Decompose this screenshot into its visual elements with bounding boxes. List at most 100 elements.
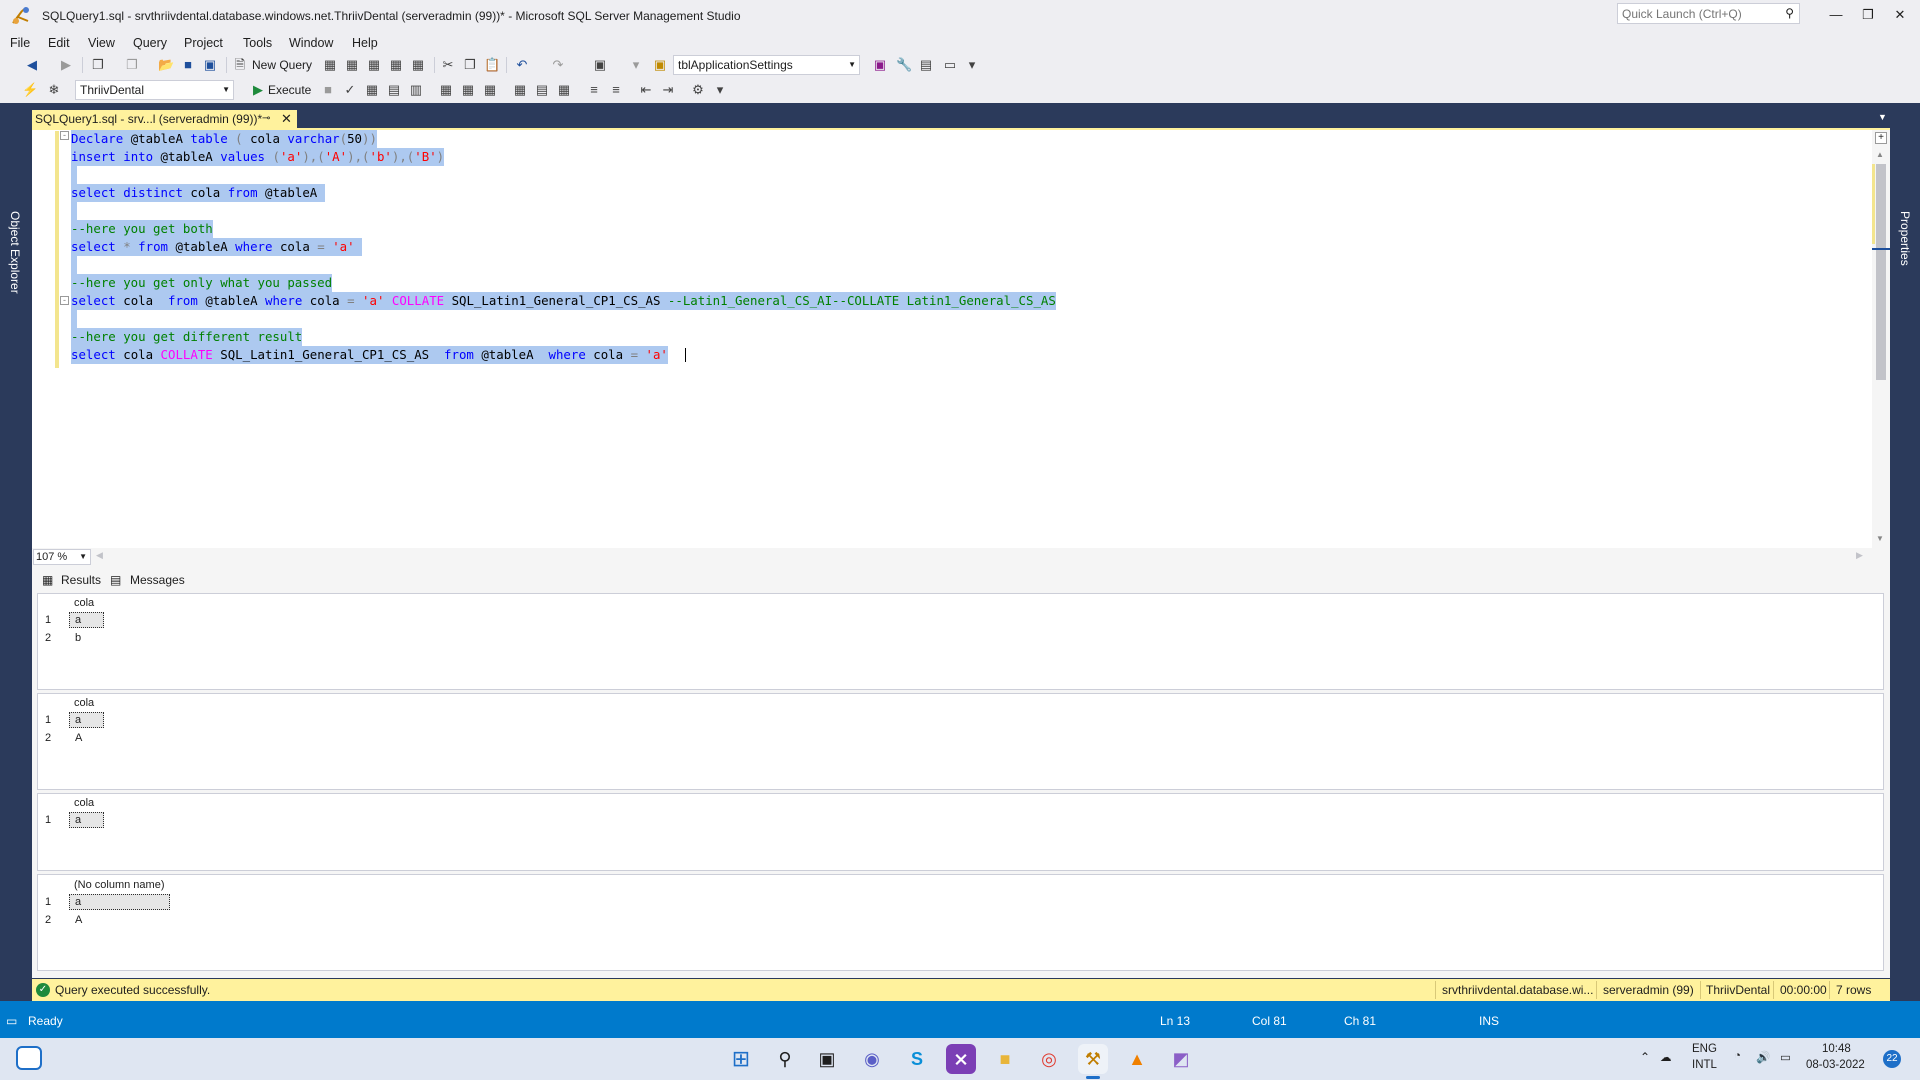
code-line-9[interactable]: --here you get only what you passed xyxy=(71,274,333,292)
window-layout-icon[interactable]: ▭ xyxy=(942,57,958,73)
document-list-dropdown-icon[interactable]: ▼ xyxy=(1878,112,1887,122)
code-line-3[interactable] xyxy=(71,166,77,184)
uncomment-icon[interactable]: ≡ xyxy=(608,82,624,98)
specify-template-values-icon[interactable]: ⚙ xyxy=(690,82,706,98)
grid-cell[interactable]: b xyxy=(75,632,81,644)
code-line-1[interactable]: Declare @tableA table ( cola varchar(50)… xyxy=(71,130,377,148)
chrome-icon[interactable]: ◎ xyxy=(1034,1044,1064,1074)
grid-cell[interactable]: a xyxy=(75,896,81,908)
menu-help[interactable]: Help xyxy=(352,33,378,53)
toolbar-dropdown-icon[interactable]: ▾ xyxy=(628,57,644,73)
split-icon[interactable]: + xyxy=(1875,132,1887,144)
code-line-11[interactable] xyxy=(71,310,77,328)
tab-messages[interactable]: Messages xyxy=(130,573,185,587)
onedrive-cloud-icon[interactable]: ☁ xyxy=(1660,1050,1672,1064)
clock-date[interactable]: 08-03-2022 xyxy=(1806,1059,1865,1071)
grid-cell[interactable]: a xyxy=(75,614,81,626)
menu-edit[interactable]: Edit xyxy=(48,33,70,53)
task-view-icon[interactable] xyxy=(16,1046,42,1070)
back-icon[interactable]: ◀ xyxy=(24,57,40,73)
stop-icon[interactable]: ■ xyxy=(320,82,336,98)
database-engine-query-icon[interactable]: ▦ xyxy=(322,57,338,73)
execute-button[interactable]: Execute xyxy=(268,83,311,97)
analysis-mdx-query-icon[interactable]: ▦ xyxy=(344,57,360,73)
zoom-combo[interactable]: 107 % ▼ xyxy=(33,549,91,565)
scroll-left-icon[interactable]: ◀ xyxy=(96,550,103,561)
column-header[interactable]: cola xyxy=(74,697,94,709)
result-grid-4[interactable]: (No column name) 1 a 2 A xyxy=(37,874,1884,971)
code-line-5[interactable] xyxy=(71,202,77,220)
visual-studio-icon[interactable]: ⨯ xyxy=(946,1044,976,1074)
column-header[interactable]: cola xyxy=(74,797,94,809)
properties-tab[interactable]: Properties xyxy=(1898,211,1912,266)
pin-icon[interactable]: ⊸ xyxy=(262,110,270,128)
change-connection-icon[interactable]: ❄ xyxy=(46,82,62,98)
menu-project[interactable]: Project xyxy=(184,33,223,53)
save-icon[interactable]: ■ xyxy=(180,57,196,73)
teams-chat-icon[interactable]: ◉ xyxy=(857,1044,887,1074)
tab-results[interactable]: Results xyxy=(61,573,101,587)
toolbar-overflow-icon[interactable]: ▾ xyxy=(712,82,728,98)
decrease-indent-icon[interactable]: ⇤ xyxy=(638,82,654,98)
clock-time[interactable]: 10:48 xyxy=(1822,1043,1851,1055)
code-line-8[interactable] xyxy=(71,256,77,274)
parse-check-icon[interactable]: ✓ xyxy=(342,82,358,98)
save-all-icon[interactable]: ▣ xyxy=(202,57,218,73)
collapse-icon[interactable]: - xyxy=(60,296,69,305)
collapse-icon[interactable]: - xyxy=(60,131,69,140)
language-code[interactable]: ENG xyxy=(1692,1043,1717,1055)
toolbar-overflow-icon[interactable]: ▾ xyxy=(964,57,980,73)
query-designer-icon[interactable]: ▤ xyxy=(386,82,402,98)
quick-launch-box[interactable]: ⚲ xyxy=(1617,3,1800,24)
analysis-xmla-query-icon[interactable]: ▦ xyxy=(388,57,404,73)
client-statistics-icon[interactable]: ▦ xyxy=(512,82,528,98)
properties-wrench-icon[interactable]: 🔧 xyxy=(896,57,912,73)
results-to-text-icon[interactable]: ▤ xyxy=(534,82,550,98)
restore-button[interactable]: ❐ xyxy=(1854,4,1882,26)
intellisense-icon[interactable]: ▦ xyxy=(438,82,454,98)
menu-window[interactable]: Window xyxy=(289,33,333,53)
database-combo[interactable]: ThriivDental ▼ xyxy=(75,80,234,100)
execute-icon[interactable]: ▶ xyxy=(250,82,266,98)
display-estimated-plan-icon[interactable]: ▦ xyxy=(364,82,380,98)
new-project-icon[interactable]: ❐ xyxy=(90,57,106,73)
scroll-thumb[interactable] xyxy=(1876,164,1886,380)
code-line-4[interactable]: select distinct cola from @tableA xyxy=(71,184,325,202)
actual-plan-icon[interactable]: ▦ xyxy=(460,82,476,98)
paste-icon[interactable]: 📋 xyxy=(484,57,500,73)
code-line-2[interactable]: insert into @tableA values ('a'),('A'),(… xyxy=(71,148,445,166)
quick-launch-input[interactable] xyxy=(1618,4,1768,23)
object-explorer-tab[interactable]: Object Explorer xyxy=(8,211,22,294)
result-grid-3[interactable]: cola 1 a xyxy=(37,793,1884,871)
redo-icon[interactable]: ↷ xyxy=(550,57,566,73)
add-item-icon[interactable]: ❐ xyxy=(124,57,140,73)
copy-icon[interactable]: ❐ xyxy=(462,57,478,73)
new-query-icon[interactable]: 🗎 xyxy=(232,57,248,73)
minimize-button[interactable]: — xyxy=(1822,4,1850,26)
query-options-icon[interactable]: ▥ xyxy=(408,82,424,98)
grid-cell[interactable]: a xyxy=(75,714,81,726)
close-window-button[interactable]: ✕ xyxy=(1886,4,1914,26)
code-line-10[interactable]: select cola from @tableA where cola = 'a… xyxy=(71,292,1056,310)
increase-indent-icon[interactable]: ⇥ xyxy=(660,82,676,98)
visual-studio-purple-icon[interactable]: ◩ xyxy=(1166,1044,1196,1074)
skype-icon[interactable]: S xyxy=(902,1044,932,1074)
live-statistics-icon[interactable]: ▦ xyxy=(482,82,498,98)
undo-icon[interactable]: ↶ xyxy=(514,57,530,73)
grid-cell[interactable]: a xyxy=(75,814,81,826)
language-layout[interactable]: INTL xyxy=(1692,1059,1717,1071)
wifi-icon[interactable]: ◔ xyxy=(1734,1050,1741,1062)
code-line-6[interactable]: --here you get both xyxy=(71,220,213,238)
editor-vertical-scrollbar[interactable]: + ▲ ▼ xyxy=(1872,130,1890,548)
grid-cell[interactable]: A xyxy=(75,914,82,926)
menu-tools[interactable]: Tools xyxy=(243,33,272,53)
toolbox-icon[interactable]: ▤ xyxy=(918,57,934,73)
code-line-12[interactable]: --here you get different result xyxy=(71,328,303,346)
notification-badge[interactable]: 22 xyxy=(1883,1050,1901,1068)
menu-query[interactable]: Query xyxy=(133,33,167,53)
grid-cell[interactable]: A xyxy=(75,732,82,744)
menu-file[interactable]: File xyxy=(10,33,30,53)
menu-view[interactable]: View xyxy=(88,33,115,53)
cut-icon[interactable]: ✂ xyxy=(440,57,456,73)
selected-cell[interactable] xyxy=(69,894,170,910)
